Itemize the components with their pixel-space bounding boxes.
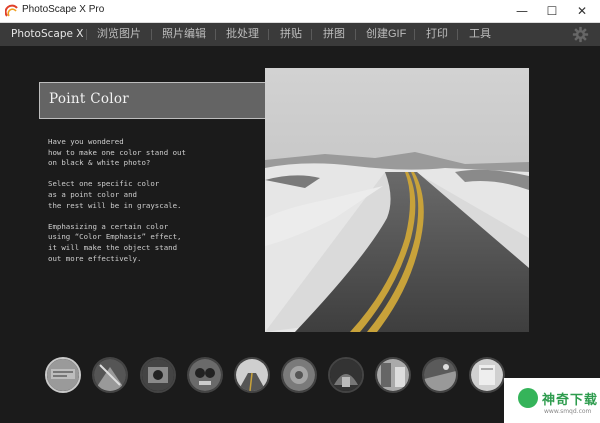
feature-thumbnail[interactable] — [140, 357, 176, 393]
feature-thumbnail[interactable] — [92, 357, 128, 393]
description-paragraph: Emphasizing a certain color using “Color… — [48, 221, 182, 263]
feature-thumbnail[interactable] — [45, 357, 81, 393]
thumbnail-image — [47, 359, 79, 391]
menu-batch[interactable]: 批处理 — [226, 23, 259, 46]
feature-thumbnail[interactable] — [234, 357, 270, 393]
thumbnail-image — [94, 359, 126, 391]
feature-thumbnail[interactable] — [281, 357, 317, 393]
menu-tools[interactable]: 工具 — [469, 23, 491, 46]
watermark-logo: 神奇下载 www.smqd.com — [504, 378, 600, 423]
feature-thumbnail[interactable] — [328, 357, 364, 393]
feature-thumbnail[interactable] — [187, 357, 223, 393]
window-title: PhotoScape X Pro — [22, 4, 105, 15]
menu-home[interactable]: PhotoScape X — [11, 23, 83, 46]
thumbnail-image — [330, 359, 362, 391]
description-paragraph: Select one specific color as a point col… — [48, 179, 182, 210]
menu-divider — [268, 29, 269, 40]
menu-print[interactable]: 打印 — [426, 23, 448, 46]
menu-divider — [311, 29, 312, 40]
feature-thumbnail[interactable] — [375, 357, 411, 393]
photoscape-logo-icon — [5, 4, 18, 17]
menu-divider — [457, 29, 458, 40]
feature-thumbnail[interactable] — [422, 357, 458, 393]
watermark-leaf-icon — [518, 388, 538, 408]
feature-thumbnail[interactable] — [469, 357, 505, 393]
menu-viewer[interactable]: 浏览图片 — [97, 23, 141, 46]
app-window: PhotoScape X Pro — ☐ ✕ PhotoScape X 浏览图片… — [0, 0, 600, 423]
feature-title-box: Point Color — [39, 82, 285, 119]
menu-collage[interactable]: 拼贴 — [280, 23, 302, 46]
thumbnail-image — [189, 359, 221, 391]
maximize-button[interactable]: ☐ — [537, 0, 567, 22]
start-page-content: Point Color Have you wondered how to mak… — [0, 46, 600, 423]
thumbnail-image — [471, 359, 503, 391]
thumbnail-image — [377, 359, 409, 391]
thumbnail-image — [142, 359, 174, 391]
menu-divider — [355, 29, 356, 40]
main-menu-bar: PhotoScape X 浏览图片 照片编辑 批处理 拼贴 拼图 创建GIF 打… — [0, 23, 600, 46]
menu-create-gif[interactable]: 创建GIF — [366, 23, 406, 46]
feature-description: Have you wondered how to make one color … — [48, 137, 258, 275]
menu-combine[interactable]: 拼图 — [323, 23, 345, 46]
menu-divider — [414, 29, 415, 40]
close-button[interactable]: ✕ — [567, 0, 597, 22]
gear-icon[interactable] — [572, 26, 589, 43]
menu-editor[interactable]: 照片编辑 — [162, 23, 206, 46]
menu-divider — [86, 29, 87, 40]
feature-title: Point Color — [49, 91, 130, 107]
description-paragraph: Have you wondered how to make one color … — [48, 137, 186, 168]
thumbnail-image — [236, 359, 268, 391]
thumbnail-image — [283, 359, 315, 391]
menu-divider — [151, 29, 152, 40]
minimize-button[interactable]: — — [507, 0, 537, 22]
title-bar[interactable]: PhotoScape X Pro — ☐ ✕ — [0, 0, 600, 23]
watermark-url: www.smqd.com — [544, 408, 592, 415]
thumbnail-image — [424, 359, 456, 391]
feature-sample-photo — [265, 68, 529, 332]
menu-divider — [215, 29, 216, 40]
watermark-text: 神奇下载 — [542, 393, 599, 408]
